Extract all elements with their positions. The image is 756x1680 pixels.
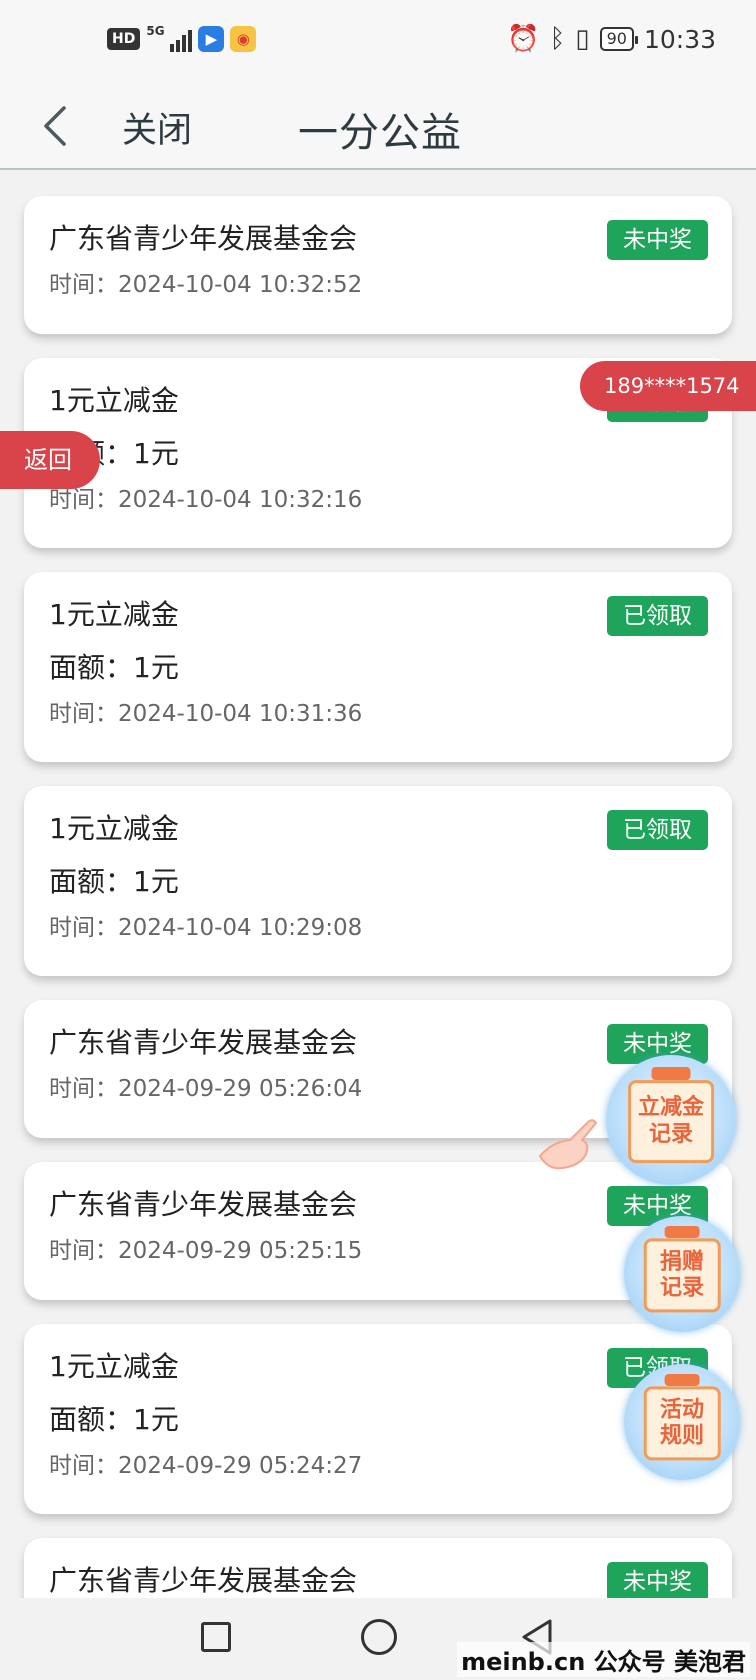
status-badge: 未中奖	[607, 220, 708, 260]
record-amount: 面额：1元	[49, 1403, 179, 1436]
activity-rules-button[interactable]: 活动 规则	[624, 1364, 740, 1480]
battery-icon: 90	[599, 27, 639, 51]
record-time: 时间：2024-10-04 10:29:08	[49, 915, 363, 941]
status-bar: HD 5G ▶ ◉ ⏰ ᛒ ▯ 90 10:33	[0, 0, 756, 84]
home-circle-icon[interactable]	[361, 1619, 397, 1655]
close-button[interactable]: 关闭	[122, 102, 192, 153]
donation-records-label-2: 记录	[659, 1275, 705, 1301]
return-button[interactable]: 返回	[0, 431, 100, 489]
record-amount: 面额：1元	[49, 651, 179, 684]
watermark: meinb.cn 公众号 美泡君	[457, 1642, 750, 1677]
activity-rules-label-1: 活动	[659, 1397, 705, 1423]
clipboard-icon	[664, 1374, 700, 1387]
record-amount: 面额：1元	[49, 437, 179, 470]
nav-bar: 关闭 一分公益	[0, 84, 756, 170]
record-time: 时间：2024-09-29 05:25:15	[49, 1238, 363, 1264]
recents-square-icon[interactable]	[201, 1622, 231, 1652]
donation-records-label-1: 捐赠	[659, 1249, 705, 1275]
pointing-hand-icon	[538, 1119, 598, 1170]
back-arrow-icon[interactable]	[38, 98, 78, 154]
discount-records-label-2: 记录	[648, 1121, 694, 1147]
vibrate-icon: ▯	[575, 24, 590, 54]
record-amount: 面额：1元	[49, 865, 179, 898]
record-time: 时间：2024-09-29 05:24:27	[49, 1453, 363, 1479]
discount-records-label-1: 立减金	[637, 1095, 705, 1121]
record-card[interactable]: 1元立减金 面额：1元 时间：2024-10-04 10:31:36 已领取	[24, 572, 732, 762]
page-title: 一分公益	[298, 110, 462, 156]
blue-app-icon: ▶	[198, 26, 225, 52]
record-list: 广东省青少年发展基金会 时间：2024-10-04 10:32:52 未中奖 1…	[24, 196, 732, 1680]
weibo-icon: ◉	[230, 26, 257, 52]
record-time: 时间：2024-10-04 10:32:16	[49, 487, 363, 513]
clipboard-icon	[651, 1066, 691, 1080]
activity-rules-label-2: 规则	[659, 1423, 705, 1449]
record-card[interactable]: 广东省青少年发展基金会 时间：2024-10-04 10:32:52 未中奖	[24, 196, 732, 334]
system-nav-bar: meinb.cn 公众号 美泡君	[0, 1598, 756, 1680]
hd-icon: HD	[107, 28, 141, 50]
status-badge: 未中奖	[607, 1562, 708, 1602]
clock: 10:33	[643, 24, 716, 54]
record-time: 时间：2024-10-04 10:32:52	[49, 272, 363, 298]
clipboard-icon	[664, 1226, 700, 1239]
status-badge: 已领取	[607, 596, 708, 636]
bluetooth-icon: ᛒ	[549, 24, 566, 54]
phone-number-tag: 189****1574	[580, 361, 756, 411]
status-badge: 已领取	[607, 810, 708, 850]
record-card[interactable]: 1元立减金 面额：1元 时间：2024-10-04 10:29:08 已领取	[24, 786, 732, 976]
discount-records-button[interactable]: 立减金 记录	[606, 1055, 736, 1185]
donation-records-button[interactable]: 捐赠 记录	[624, 1216, 740, 1332]
alarm-icon: ⏰	[507, 24, 540, 54]
cellular-signal-icon: 5G	[146, 24, 193, 52]
record-time: 时间：2024-10-04 10:31:36	[49, 701, 363, 727]
